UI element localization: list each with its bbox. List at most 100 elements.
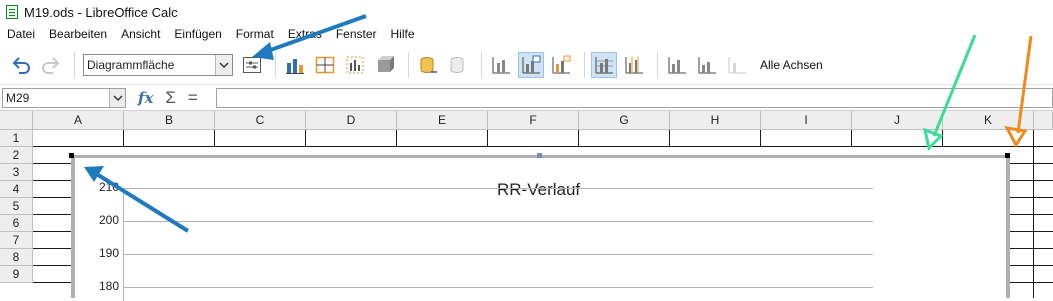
column-header-d[interactable]: D [306,111,397,130]
row-header-8[interactable]: 8 [0,249,33,266]
insert-data-labels-button[interactable] [445,52,471,78]
data-table-icon [315,56,335,74]
vertical-grids-icon [625,57,643,74]
menu-extras[interactable]: Extras [288,27,322,41]
column-header-h[interactable]: H [670,111,761,130]
chart-type-button[interactable] [282,52,308,78]
column-gridline [760,130,761,147]
formula-input[interactable] [216,88,1053,108]
title-bar: M19.ods - LibreOffice Calc [0,0,1053,24]
data-series-icon [420,57,437,73]
chart-type-icon [286,59,304,74]
all-axes-label[interactable]: Alle Achsen [760,58,823,72]
horizontal-grids-button[interactable] [591,52,617,78]
cell-reference: M29 [6,91,30,105]
chart-element-select[interactable]: Diagrammfläche [83,54,233,76]
3d-view-button[interactable] [372,52,398,78]
chart-title-icon [492,57,510,74]
chart-toolbar: Diagrammfläche Alle Achsen [0,46,1053,85]
embedded-chart[interactable]: RR-Verlauf 210 200 190 180 [71,155,1010,301]
format-selection-icon [243,57,261,73]
chevron-down-icon[interactable] [215,55,232,75]
column-gridline [487,130,488,147]
y-tick-label: 190 [98,246,119,260]
sum-icon[interactable]: Σ [165,88,176,108]
name-box[interactable]: M29 [2,88,126,108]
menu-einfuegen[interactable]: Einfügen [174,27,221,41]
column-header-e[interactable]: E [397,111,488,130]
y-tick-label: 200 [98,213,119,227]
toolbar-separator [584,52,585,78]
row-header-1[interactable]: 1 [0,130,33,147]
data-labels-icon [450,57,464,73]
column-gridline [305,130,306,147]
legend-button[interactable] [548,52,574,78]
redo-icon [42,57,60,74]
menu-datei[interactable]: Datei [7,27,35,41]
column-header-c[interactable]: C [215,111,306,130]
column-header-next[interactable] [1034,111,1053,130]
data-table-button[interactable] [312,52,338,78]
column-header-j[interactable]: J [852,111,943,130]
row-header-5[interactable]: 5 [0,198,33,215]
data-ranges-button[interactable] [342,52,368,78]
menu-hilfe[interactable]: Hilfe [391,27,415,41]
undo-icon [12,57,30,74]
z-axis-button[interactable] [724,52,750,78]
menu-bearbeiten[interactable]: Bearbeiten [49,27,107,41]
y-axis-button[interactable] [694,52,720,78]
toolbar-separator [275,52,276,78]
x-axis-button[interactable] [664,52,690,78]
menu-fenster[interactable]: Fenster [336,27,377,41]
formula-icon[interactable]: = [188,88,198,108]
chart-element-select-value: Diagrammfläche [87,58,175,72]
row-header-7[interactable]: 7 [0,232,33,249]
select-all-corner[interactable] [0,111,33,130]
legend-icon [522,55,541,74]
column-header-f[interactable]: F [488,111,579,130]
row-gridline [33,146,1053,147]
menu-bar: Datei Bearbeiten Ansicht Einfügen Format… [0,24,1053,44]
y-tick-label: 180 [98,279,119,293]
column-gridline [851,130,852,147]
formula-bar: M29 fx Σ = [0,86,1053,111]
menu-ansicht[interactable]: Ansicht [121,27,160,41]
undo-button[interactable] [8,52,34,78]
column-gridline [942,130,943,147]
column-gridline [214,130,215,147]
toolbar-separator [657,52,658,78]
window-title: M19.ods - LibreOffice Calc [24,4,178,20]
legend-on-off-button[interactable] [518,52,544,78]
column-header-b[interactable]: B [124,111,215,130]
insert-data-series-button[interactable] [415,52,441,78]
vertical-grids-button[interactable] [621,52,647,78]
chevron-down-icon[interactable] [109,89,125,107]
selection-handle[interactable] [537,153,542,158]
column-header-g[interactable]: G [579,111,670,130]
row-header-2[interactable]: 2 [0,147,33,164]
chart-title-button[interactable] [488,52,514,78]
redo-button[interactable] [38,52,64,78]
column-header-a[interactable]: A [33,111,124,130]
row-header-6[interactable]: 6 [0,215,33,232]
column-header-k[interactable]: K [943,111,1034,130]
row-header-9[interactable]: 9 [0,266,33,283]
column-gridline [578,130,579,147]
chart-y-axis[interactable] [123,188,124,301]
chart-title[interactable]: RR-Verlauf [497,180,580,200]
toolbar-separator [481,52,482,78]
selection-handle[interactable] [69,153,74,158]
toolbar-separator [74,52,75,78]
column-gridline [669,130,670,147]
row-header-3[interactable]: 3 [0,164,33,181]
column-gridline [396,130,397,147]
function-wizard-icon[interactable]: fx [138,89,153,107]
row-header-4[interactable]: 4 [0,181,33,198]
y-tick-label: 210 [98,180,119,194]
column-header-i[interactable]: I [761,111,852,130]
format-selection-button[interactable] [239,52,265,78]
data-ranges-icon [346,56,364,74]
selection-handle[interactable] [1005,153,1010,158]
3d-view-icon [378,56,394,72]
menu-format[interactable]: Format [236,27,274,41]
